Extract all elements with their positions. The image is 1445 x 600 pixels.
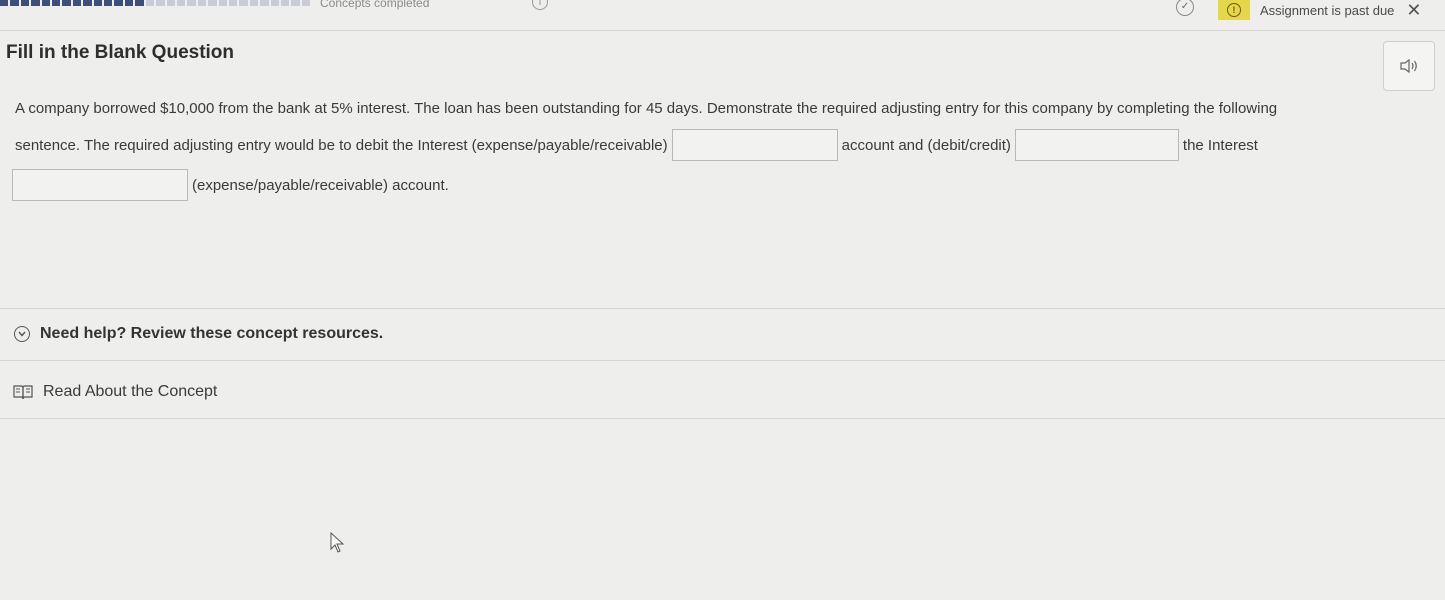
progress-segment	[228, 0, 238, 6]
progress-segment	[0, 0, 9, 6]
progress-segment	[239, 0, 248, 6]
concept-resources-toggle[interactable]: Need help? Review these concept resource…	[14, 325, 383, 343]
concept-progress-bar	[0, 0, 311, 8]
question-text-segment: sentence. The required adjusting entry w…	[15, 136, 668, 154]
progress-segment	[124, 0, 134, 6]
question-body: A company borrowed $10,000 from the bank…	[12, 91, 1435, 203]
question-title: Fill in the Blank Question	[6, 42, 235, 63]
question-text-line: (expense/payable/receivable) account.	[12, 167, 1435, 203]
question-text-segment: account and (debit/credit)	[841, 136, 1011, 154]
concepts-completed-label: Concepts completed	[320, 0, 430, 10]
progress-segment	[10, 0, 19, 6]
past-due-label: Assignment is past due	[1260, 2, 1395, 18]
question-text-segment: (expense/payable/receivable) account.	[192, 176, 449, 194]
progress-segment	[72, 0, 82, 6]
progress-segment	[249, 0, 259, 6]
progress-segment	[270, 0, 279, 6]
book-icon	[13, 385, 33, 400]
read-aloud-button[interactable]	[1383, 41, 1435, 91]
progress-segment	[41, 0, 51, 6]
blank-input-2[interactable]	[1014, 129, 1179, 161]
read-about-concept-label: Read About the Concept	[43, 383, 218, 400]
check-circle-icon[interactable]: ✓	[1176, 0, 1194, 16]
progress-segment	[280, 0, 290, 6]
progress-segment	[156, 0, 165, 6]
progress-segment	[166, 0, 175, 6]
section-divider	[0, 418, 1445, 419]
question-text-segment: the Interest	[1182, 136, 1258, 154]
progress-segment	[135, 0, 144, 6]
top-status-bar: Concepts completed i ✓ ! Assignment is p…	[0, 0, 1445, 31]
question-text-line: A company borrowed $10,000 from the bank…	[15, 100, 1278, 117]
concept-resources-label: Need help? Review these concept resource…	[40, 325, 384, 342]
progress-segment	[208, 0, 217, 6]
progress-segment	[301, 0, 311, 6]
blank-input-1[interactable]	[671, 129, 838, 161]
question-text-line: sentence. The required adjusting entry w…	[15, 127, 1435, 163]
speaker-icon	[1400, 58, 1417, 74]
blank-input-3[interactable]	[12, 169, 188, 201]
progress-segment	[145, 0, 155, 6]
progress-segment	[31, 0, 40, 6]
close-icon[interactable]: ✕	[1406, 1, 1421, 19]
progress-segment	[52, 0, 61, 6]
progress-segment	[104, 0, 113, 6]
alert-icon: !	[1218, 0, 1250, 20]
mouse-cursor-icon	[330, 532, 345, 553]
progress-segment	[83, 0, 92, 6]
progress-segment	[260, 0, 269, 6]
progress-segment	[187, 0, 196, 6]
progress-segment	[218, 0, 227, 6]
chevron-down-icon	[14, 326, 30, 342]
progress-segment	[176, 0, 186, 6]
past-due-banner: ! Assignment is past due ✕	[1218, 0, 1422, 20]
section-divider	[0, 308, 1445, 309]
progress-segment	[62, 0, 71, 6]
progress-segment	[93, 0, 103, 6]
progress-segment	[197, 0, 207, 6]
alert-glyph: !	[1227, 3, 1241, 17]
progress-segment	[20, 0, 30, 6]
info-icon[interactable]: i	[532, 0, 548, 10]
progress-segment	[291, 0, 300, 6]
progress-segment	[114, 0, 123, 6]
section-divider	[0, 360, 1445, 361]
read-about-concept-link[interactable]: Read About the Concept	[13, 383, 217, 401]
